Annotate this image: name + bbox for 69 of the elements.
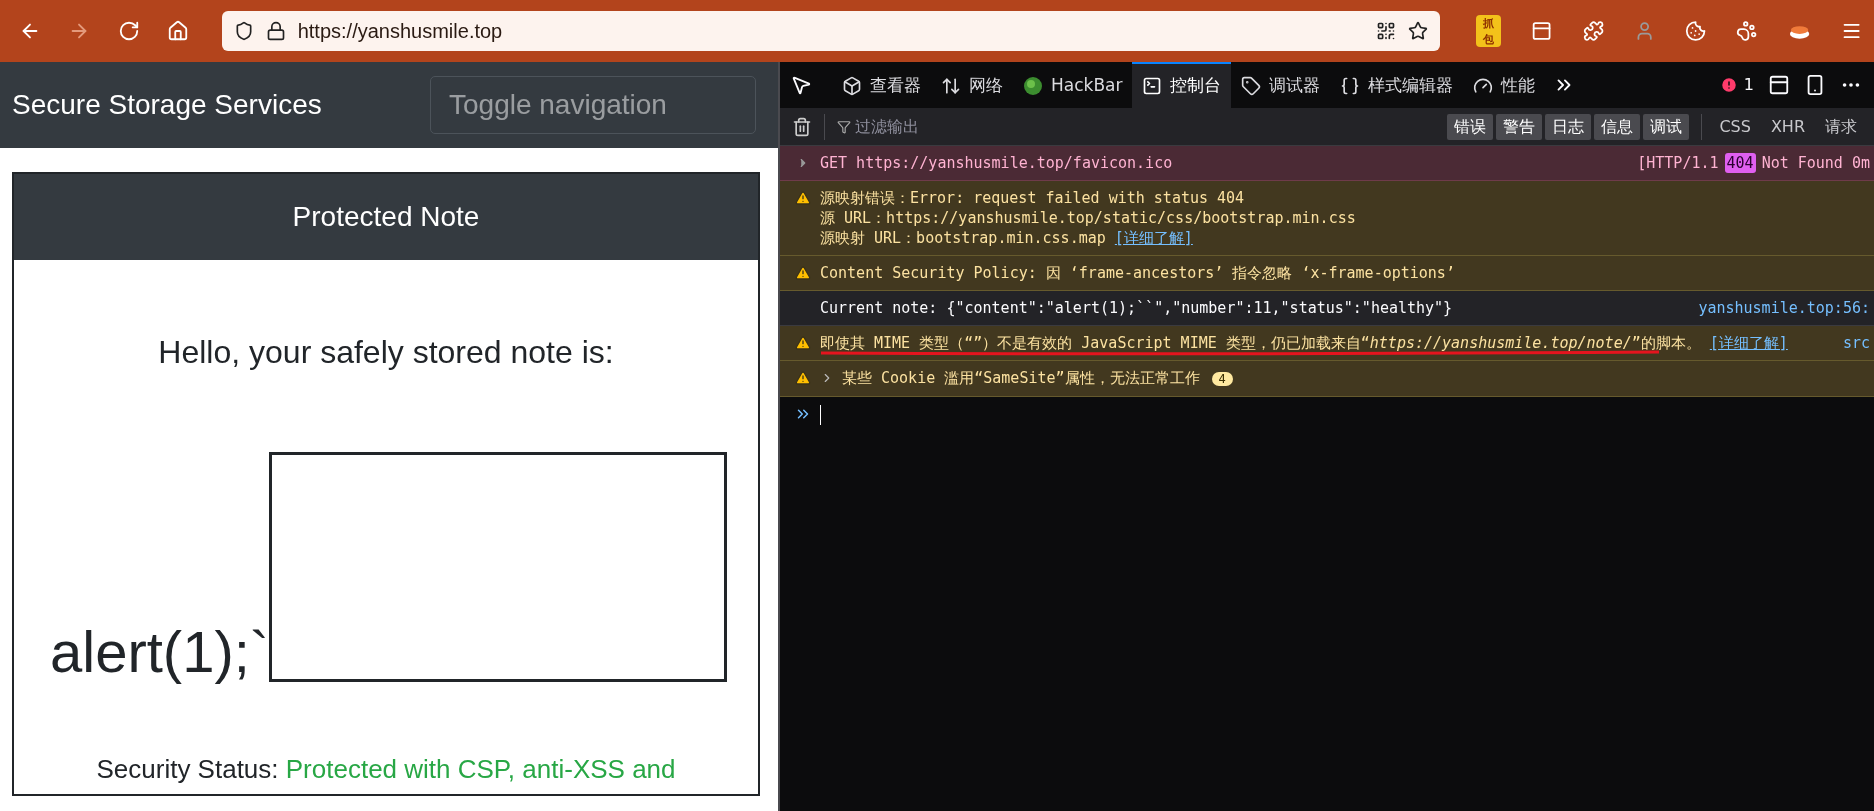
message-text: 源映射错误：Error: request failed with status 404 [820,188,1246,208]
ball-icon [1023,76,1043,96]
filter-input[interactable]: 过滤输出 [855,114,1448,139]
message-text: 源映射 URL：bootstrap.min.css.map [详细了解] [820,228,1194,248]
lock-icon[interactable] [265,21,286,41]
error-icon [1719,76,1738,94]
message-text: GET https://yanshusmile.top/favicon.ico [820,153,1174,173]
warning-icon [795,189,811,206]
devtools-tab[interactable]: HackBar [1013,62,1133,108]
brand-link[interactable]: Secure Storage Services [12,84,322,126]
devtools-tab[interactable]: 性能 [1463,62,1546,108]
request-filter-toggle[interactable]: 请求 [1820,113,1862,140]
warning-icon [795,334,811,351]
log-level-toggle[interactable]: 日志 [1545,113,1592,140]
log-level-toggle[interactable]: 信息 [1594,113,1641,140]
devtools-tab[interactable]: 样式编辑器 [1330,62,1464,108]
dock-layout-icon[interactable] [1768,74,1790,96]
extensions-icon[interactable] [1582,20,1604,42]
devtools-tab[interactable]: 调试器 [1231,62,1331,108]
filter-icon [837,119,851,134]
message-text: 即使其 MIME 类型（“”）不是有效的 JavaScript MIME 类型，仍已加载来自“https://yanshusmile.top/note/”的脚本。 [详细了解] [820,333,1789,353]
security-status-text: Security Status: Protected with CSP, anti-XSS and [96,753,676,786]
message-text: Content Security Policy: 因 ‘frame-ancestors’ 指令忽略 ‘x-frame-options’ [820,263,1456,283]
message-text: Current note: {"content":"alert(1);``","number":11,"status":"healthy"} [820,298,1454,318]
paw-icon[interactable] [1736,20,1758,42]
console-input[interactable] [780,397,1874,811]
inspector-icon [842,76,862,96]
http-version: [HTTP/1.1 [1637,153,1719,173]
toggle-navigation-button[interactable]: Toggle navigation [430,76,756,134]
status-text: Not Found 0m [1761,153,1870,173]
error-count-button[interactable]: 1 [1719,73,1754,97]
devtools-tab[interactable]: 网络 [931,62,1013,108]
card-title: Protected Note [292,200,480,234]
trash-icon[interactable] [792,116,812,137]
sidebar-icon[interactable] [1531,20,1553,42]
log-level-toggle[interactable]: 错误 [1447,113,1494,140]
gauge-icon [1473,76,1494,96]
braces-icon [1340,76,1361,96]
capture-extension-button[interactable]: 抓包 [1476,15,1502,47]
request-filter-toggle[interactable]: CSS [1714,113,1756,140]
log-level-toggle[interactable]: 调试 [1643,113,1690,140]
tag-icon [1241,76,1262,96]
learn-more-link[interactable]: [详细了解] [1114,229,1193,247]
message-text: 某些 Cookie 滥用“SameSite”属性，无法正常工作 4 [842,368,1870,389]
warning-icon [795,264,811,281]
cookie-icon[interactable] [1685,20,1707,42]
request-filter-toggle[interactable]: XHR [1765,113,1810,140]
element-picker-icon[interactable] [790,74,812,96]
source-link[interactable]: src [1842,333,1870,353]
reload-icon [117,20,140,42]
greeting-text: Hello, your safely stored note is: [158,333,614,372]
message-text: 源 URL：https://yanshusmile.top/static/css/bootstrap.min.css [820,208,1357,228]
text-cursor [820,405,821,425]
log-level-toggle[interactable]: 警告 [1496,113,1543,140]
count-badge: 4 [1211,372,1233,386]
home-icon [166,20,189,42]
source-link[interactable]: yanshusmile.top:56: [1698,298,1870,318]
devtools-tab[interactable]: 控制台 [1132,62,1232,108]
address-bar[interactable]: https://yanshusmile.top [221,11,1441,51]
status-code-badge: 404 [1724,153,1756,173]
devtools-tab[interactable]: 查看器 [832,62,931,108]
up-down-arrows-icon [941,76,961,96]
qr-code-icon[interactable] [1376,21,1397,41]
learn-more-link[interactable]: [详细了解] [1709,334,1788,352]
note-text: alert(1);` [50,622,270,682]
bookmark-star-icon[interactable] [1408,21,1429,41]
url-text: https://yanshusmile.top [297,19,504,44]
terminal-icon [1142,76,1163,96]
warning-icon [795,369,811,386]
